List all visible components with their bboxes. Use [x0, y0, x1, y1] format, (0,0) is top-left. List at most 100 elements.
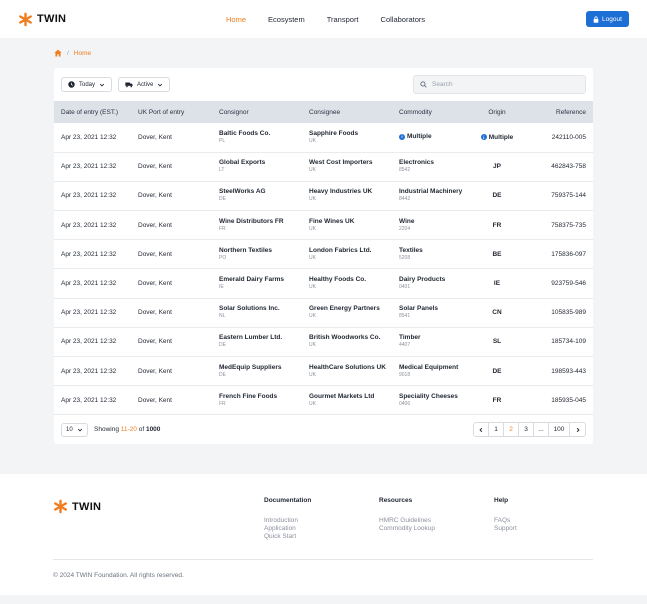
table-row[interactable]: Apr 23, 2021 12:32 Dover, Kent Solar Sol…	[54, 298, 593, 328]
page-button-2[interactable]: 2	[504, 423, 519, 437]
table-row[interactable]: Apr 23, 2021 12:32 Dover, Kent Global Ex…	[54, 152, 593, 182]
consignee-country: UK	[309, 342, 316, 349]
page-size-select[interactable]: 10	[61, 422, 88, 437]
prev-page-button[interactable]	[474, 423, 489, 437]
footer-column-title: Resources	[379, 497, 413, 504]
showing-of: of	[138, 426, 145, 434]
footer-column-documentation: Documentation Introduction Application Q…	[264, 497, 311, 541]
footer-link-hmrc-guidelines[interactable]: HMRC Guidelines	[379, 517, 435, 525]
search-input[interactable]	[432, 81, 572, 88]
entry-date-cell: Apr 23, 2021 12:32	[54, 152, 131, 182]
nav-ecosystem[interactable]: Ecosystem	[268, 15, 305, 24]
consignor-country: NL	[219, 313, 226, 320]
consignor-name: SteelWorks AG	[219, 188, 266, 196]
commodity-code: 0401	[399, 284, 411, 291]
table-row[interactable]: Apr 23, 2021 12:32 Dover, Kent SteelWork…	[54, 181, 593, 212]
search-icon	[420, 81, 427, 88]
consignor-country: FR	[219, 225, 226, 232]
page-button-100[interactable]: 100	[549, 423, 570, 437]
commodity-name: Medical Equipment	[399, 363, 459, 371]
footer-link-quick-start[interactable]: Quick Start	[264, 533, 311, 541]
origin-multiple[interactable]: i Multiple	[480, 134, 513, 141]
column-header-origin[interactable]: Origin	[469, 101, 525, 123]
consignee-cell: Heavy Industries UK UK	[302, 181, 392, 212]
consignments-table: Date of entry (EST.) UK Port of entry Co…	[54, 101, 593, 416]
reference-cell: 175836-097	[525, 239, 593, 270]
consignor-country: PO	[219, 254, 227, 261]
table-row[interactable]: Apr 23, 2021 12:32 Dover, Kent French Fi…	[54, 385, 593, 416]
status-filter-label: Active	[137, 81, 154, 88]
entry-date-cell: Apr 23, 2021 12:32	[54, 268, 131, 299]
page-button-1[interactable]: 1	[489, 423, 504, 437]
consignee-country: UK	[309, 284, 316, 291]
logout-button[interactable]: Logout	[586, 11, 629, 27]
nav-home[interactable]: Home	[226, 15, 246, 24]
column-header-date[interactable]: Date of entry (EST.)	[54, 101, 131, 123]
column-header-consignee[interactable]: Consignee	[302, 101, 392, 123]
nav-collaborators[interactable]: Collaborators	[381, 15, 426, 24]
footer-brand-name: TWIN	[72, 500, 102, 513]
table-row[interactable]: Apr 23, 2021 12:32 Dover, Kent Eastern L…	[54, 327, 593, 358]
column-header-port[interactable]: UK Port of entry	[131, 101, 212, 123]
commodity-code: 5208	[399, 254, 411, 261]
table-row[interactable]: Apr 23, 2021 12:32 Dover, Kent Emerald D…	[54, 268, 593, 299]
column-header-reference[interactable]: Reference	[525, 101, 593, 123]
footer-link-support[interactable]: Support	[494, 525, 517, 533]
footer-column-title: Documentation	[264, 497, 312, 504]
date-filter-label: Today	[79, 81, 96, 88]
nav-transport[interactable]: Transport	[327, 15, 359, 24]
footer-link-faqs[interactable]: FAQs	[494, 517, 517, 525]
table-row[interactable]: Apr 23, 2021 12:32 Dover, Kent MedEquip …	[54, 356, 593, 387]
consignee-name: London Fabrics Ltd.	[309, 246, 372, 254]
port-cell: Dover, Kent	[131, 356, 212, 387]
brand-logo[interactable]: TWIN	[18, 12, 66, 27]
consignee-name: Green Energy Partners	[309, 305, 380, 313]
commodity-name: Solar Panels	[399, 305, 439, 313]
entry-date-cell: Apr 23, 2021 12:32	[54, 298, 131, 328]
table-row[interactable]: Apr 23, 2021 12:32 Dover, Kent Baltic Fo…	[54, 123, 593, 153]
commodity-multiple[interactable]: i Multiple	[399, 133, 432, 141]
table-toolbar: Today Active	[54, 68, 593, 101]
date-filter-dropdown[interactable]: Today	[61, 77, 113, 92]
breadcrumb-current: Home	[73, 49, 92, 57]
footer-logo[interactable]: TWIN	[53, 499, 101, 514]
reference-cell: 759375-144	[525, 181, 593, 212]
consignor-cell: Solar Solutions Inc. NL	[212, 298, 302, 328]
reference-cell: 462843-758	[525, 152, 593, 182]
showing-prefix: Showing	[94, 426, 119, 434]
origin-cell: JP	[469, 152, 525, 182]
column-header-consignor[interactable]: Consignor	[212, 101, 302, 123]
consignor-cell: Emerald Dairy Farms IE	[212, 268, 302, 299]
reference-cell: 198593-443	[525, 356, 593, 387]
column-header-commodity[interactable]: Commodity	[392, 101, 469, 123]
entry-date-cell: Apr 23, 2021 12:32	[54, 181, 131, 212]
consignor-name: Emerald Dairy Farms	[219, 276, 285, 284]
logout-label: Logout	[602, 15, 622, 23]
twin-logo-icon	[19, 12, 32, 26]
consignor-cell: Baltic Foods Co. PL	[212, 123, 302, 153]
consignor-country: DE	[219, 371, 226, 378]
page-button-3[interactable]: 3	[519, 423, 534, 437]
consignor-cell: Global Exports LT	[212, 152, 302, 182]
port-cell: Dover, Kent	[131, 152, 212, 182]
origin-cell: i Multiple	[469, 123, 525, 153]
home-icon[interactable]	[54, 49, 62, 57]
site-footer: TWIN Documentation Introduction Applicat…	[0, 474, 647, 595]
footer-link-commodity-lookup[interactable]: Commodity Lookup	[379, 525, 435, 533]
main-nav: Home Ecosystem Transport Collaborators	[226, 0, 447, 38]
commodity-code: 0406	[399, 400, 411, 407]
next-page-button[interactable]	[570, 423, 585, 437]
reference-cell: 242110-005	[525, 123, 593, 153]
table-row[interactable]: Apr 23, 2021 12:32 Dover, Kent Northern …	[54, 239, 593, 270]
table-header-row: Date of entry (EST.) UK Port of entry Co…	[54, 101, 593, 123]
consignee-country: UK	[309, 254, 316, 261]
status-filter-dropdown[interactable]: Active	[118, 77, 171, 92]
consignee-name: West Cost Importers	[309, 159, 373, 167]
commodity-cell: Dairy Products 0401	[392, 268, 469, 299]
commodity-cell: Wine 2204	[392, 210, 469, 241]
consignor-country: PL	[219, 137, 226, 144]
footer-link-introduction[interactable]: Introduction	[264, 517, 311, 525]
commodity-code: 4407	[399, 342, 411, 349]
footer-link-application[interactable]: Application	[264, 525, 311, 533]
table-row[interactable]: Apr 23, 2021 12:32 Dover, Kent Wine Dist…	[54, 210, 593, 241]
